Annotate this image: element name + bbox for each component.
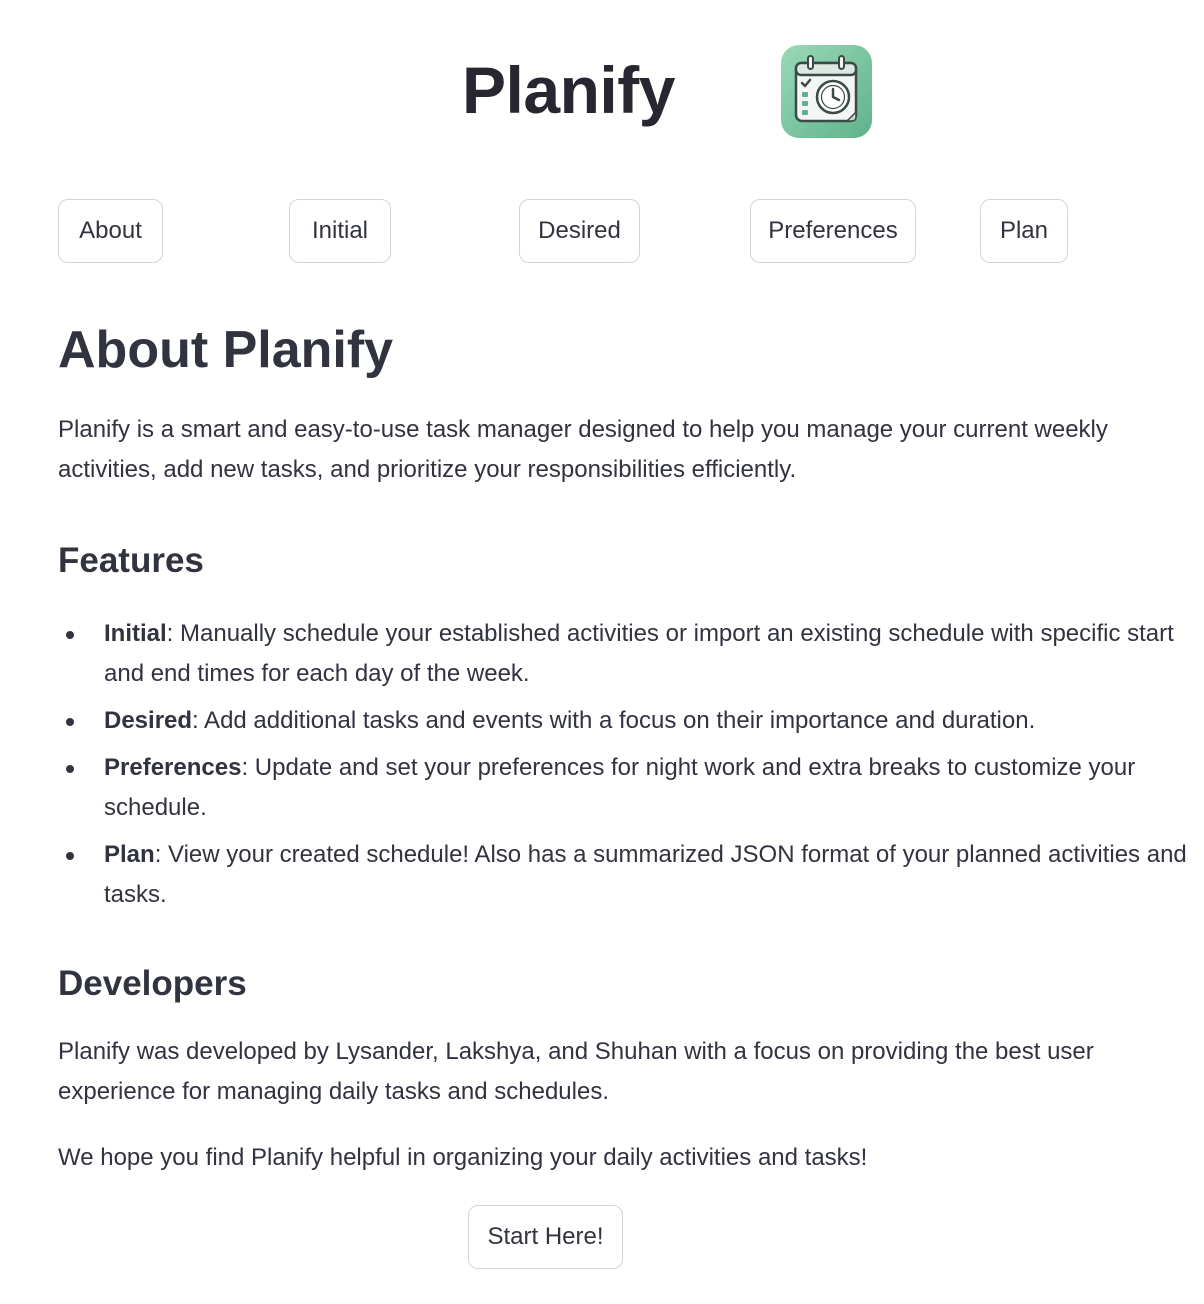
nav-plan-button[interactable]: Plan xyxy=(980,199,1068,263)
bullet-icon xyxy=(66,852,74,860)
feature-name: Preferences xyxy=(104,754,242,781)
feature-plan: Plan: View your created schedule! Also h… xyxy=(58,835,1188,915)
feature-description: : View your created schedule! Also has a… xyxy=(104,841,1187,908)
features-heading: Features xyxy=(58,541,204,580)
feature-description: : Manually schedule your established act… xyxy=(104,620,1174,687)
bullet-icon xyxy=(66,765,74,773)
app-title: Planify xyxy=(462,53,675,127)
calendar-clock-icon xyxy=(781,45,872,138)
nav-initial-button[interactable]: Initial xyxy=(289,199,391,263)
feature-description: : Add additional tasks and events with a… xyxy=(192,707,1036,734)
feature-name: Plan xyxy=(104,841,155,868)
feature-name: Initial xyxy=(104,620,167,647)
feature-name: Desired xyxy=(104,707,193,734)
feature-initial: Initial: Manually schedule your establis… xyxy=(58,614,1188,694)
features-list: Initial: Manually schedule your establis… xyxy=(58,614,1188,922)
bullet-icon xyxy=(66,631,74,639)
nav-about-button[interactable]: About xyxy=(58,199,163,263)
feature-preferences: Preferences: Update and set your prefere… xyxy=(58,748,1188,828)
closing-text: We hope you find Planify helpful in orga… xyxy=(58,1144,868,1171)
feature-description: : Update and set your preferences for ni… xyxy=(104,754,1136,821)
about-heading: About Planify xyxy=(58,321,394,379)
nav-preferences-button[interactable]: Preferences xyxy=(750,199,916,263)
about-intro: Planify is a smart and easy-to-use task … xyxy=(58,416,1108,483)
start-here-button[interactable]: Start Here! xyxy=(468,1205,623,1269)
nav-desired-button[interactable]: Desired xyxy=(519,199,640,263)
feature-desired: Desired: Add additional tasks and events… xyxy=(58,701,1188,741)
developers-heading: Developers xyxy=(58,964,247,1003)
developers-text: Planify was developed by Lysander, Laksh… xyxy=(58,1038,1094,1105)
bullet-icon xyxy=(66,718,74,726)
